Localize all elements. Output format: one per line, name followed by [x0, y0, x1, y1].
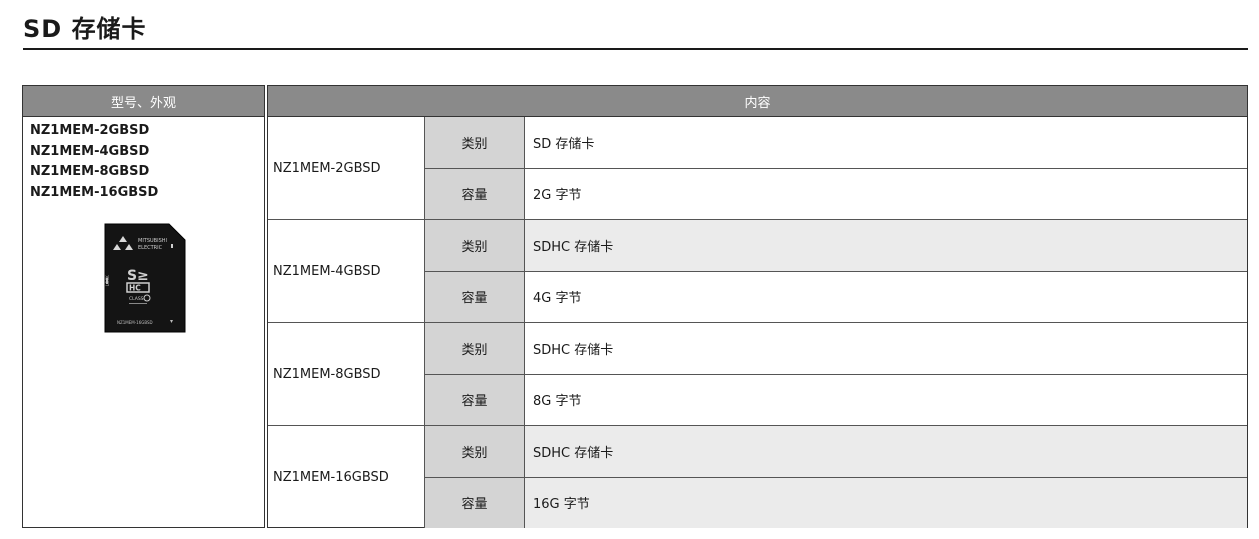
row-value: SD 存储卡 — [533, 136, 595, 152]
table-row: 类别 SDHC 存储卡 — [425, 323, 1247, 374]
title-divider — [23, 48, 1248, 50]
svg-text:HC: HC — [129, 284, 141, 293]
table-group: NZ1MEM-4GBSD 类别 SDHC 存储卡 容量 4G 字节 — [268, 220, 1247, 323]
svg-text:S: S — [127, 268, 137, 284]
table-row: 类别 SDHC 存储卡 — [425, 426, 1247, 477]
table-row: 容量 8G 字节 — [425, 373, 1247, 425]
model-appearance-header: 型号、外观 — [23, 86, 264, 117]
model-appearance-column: 型号、外观 NZ1MEM-2GBSD NZ1MEM-4GBSD NZ1MEM-8… — [22, 85, 265, 528]
card-brand-text: MITSUBISHI — [138, 238, 167, 244]
table-group: NZ1MEM-16GBSD 类别 SDHC 存储卡 容量 16G 字节 — [268, 426, 1247, 528]
table-row: 容量 4G 字节 — [425, 270, 1247, 322]
table-row: 容量 16G 字节 — [425, 476, 1247, 528]
group-model: NZ1MEM-8GBSD — [268, 323, 425, 425]
row-label: 类别 — [425, 323, 525, 374]
model-item: NZ1MEM-8GBSD — [30, 164, 150, 179]
model-item: NZ1MEM-2GBSD — [30, 123, 150, 138]
row-value: 4G 字节 — [533, 291, 582, 307]
content-header: 内容 — [268, 86, 1247, 117]
row-value: SDHC 存储卡 — [525, 220, 1247, 271]
table-row: 容量 2G 字节 — [425, 167, 1247, 219]
group-model: NZ1MEM-4GBSD — [268, 220, 425, 322]
svg-text:≥: ≥ — [137, 268, 149, 284]
table-group: NZ1MEM-8GBSD 类别 SDHC 存储卡 容量 8G 字节 — [268, 323, 1247, 426]
group-model: NZ1MEM-2GBSD — [268, 117, 425, 219]
row-label: 类别 — [425, 426, 525, 477]
model-item: NZ1MEM-16GBSD — [30, 184, 159, 200]
table-row: 类别 SDHC 存储卡 — [425, 220, 1247, 271]
sd-card-image: MITSUBISHI ELECTRIC S ≥ HC CLASS LOCK NZ… — [104, 223, 186, 333]
model-item: NZ1MEM-4GBSD — [30, 143, 150, 159]
row-label: 容量 — [425, 477, 525, 528]
row-label: 容量 — [425, 168, 525, 219]
row-label: 类别 — [425, 220, 525, 271]
row-label: 类别 — [425, 117, 525, 168]
row-value: SDHC 存储卡 — [525, 426, 1247, 477]
card-model-text: NZ1MEM-16GBSD — [117, 320, 153, 325]
model-list: NZ1MEM-2GBSD NZ1MEM-4GBSD NZ1MEM-8GBSD N… — [23, 117, 264, 203]
group-model: NZ1MEM-16GBSD — [268, 426, 425, 528]
row-label: 容量 — [425, 271, 525, 322]
table-row: 类别 SD 存储卡 — [425, 117, 1247, 168]
row-value: 8G 字节 — [533, 394, 582, 410]
table-group: NZ1MEM-2GBSD 类别 SD 存储卡 容量 2G 字节 — [268, 117, 1247, 220]
row-value: SDHC 存储卡 — [533, 342, 614, 358]
content-table: 内容 NZ1MEM-2GBSD 类别 SD 存储卡 容量 2G 字节 NZ1ME… — [267, 85, 1248, 528]
page-title: SD 存储卡 — [23, 15, 147, 43]
card-brand-text-2: ELECTRIC — [138, 245, 163, 251]
card-class-text: CLASS — [129, 296, 144, 302]
row-value: 2G 字节 — [533, 188, 582, 204]
row-label: 容量 — [425, 374, 525, 425]
row-value: 16G 字节 — [525, 477, 1247, 528]
